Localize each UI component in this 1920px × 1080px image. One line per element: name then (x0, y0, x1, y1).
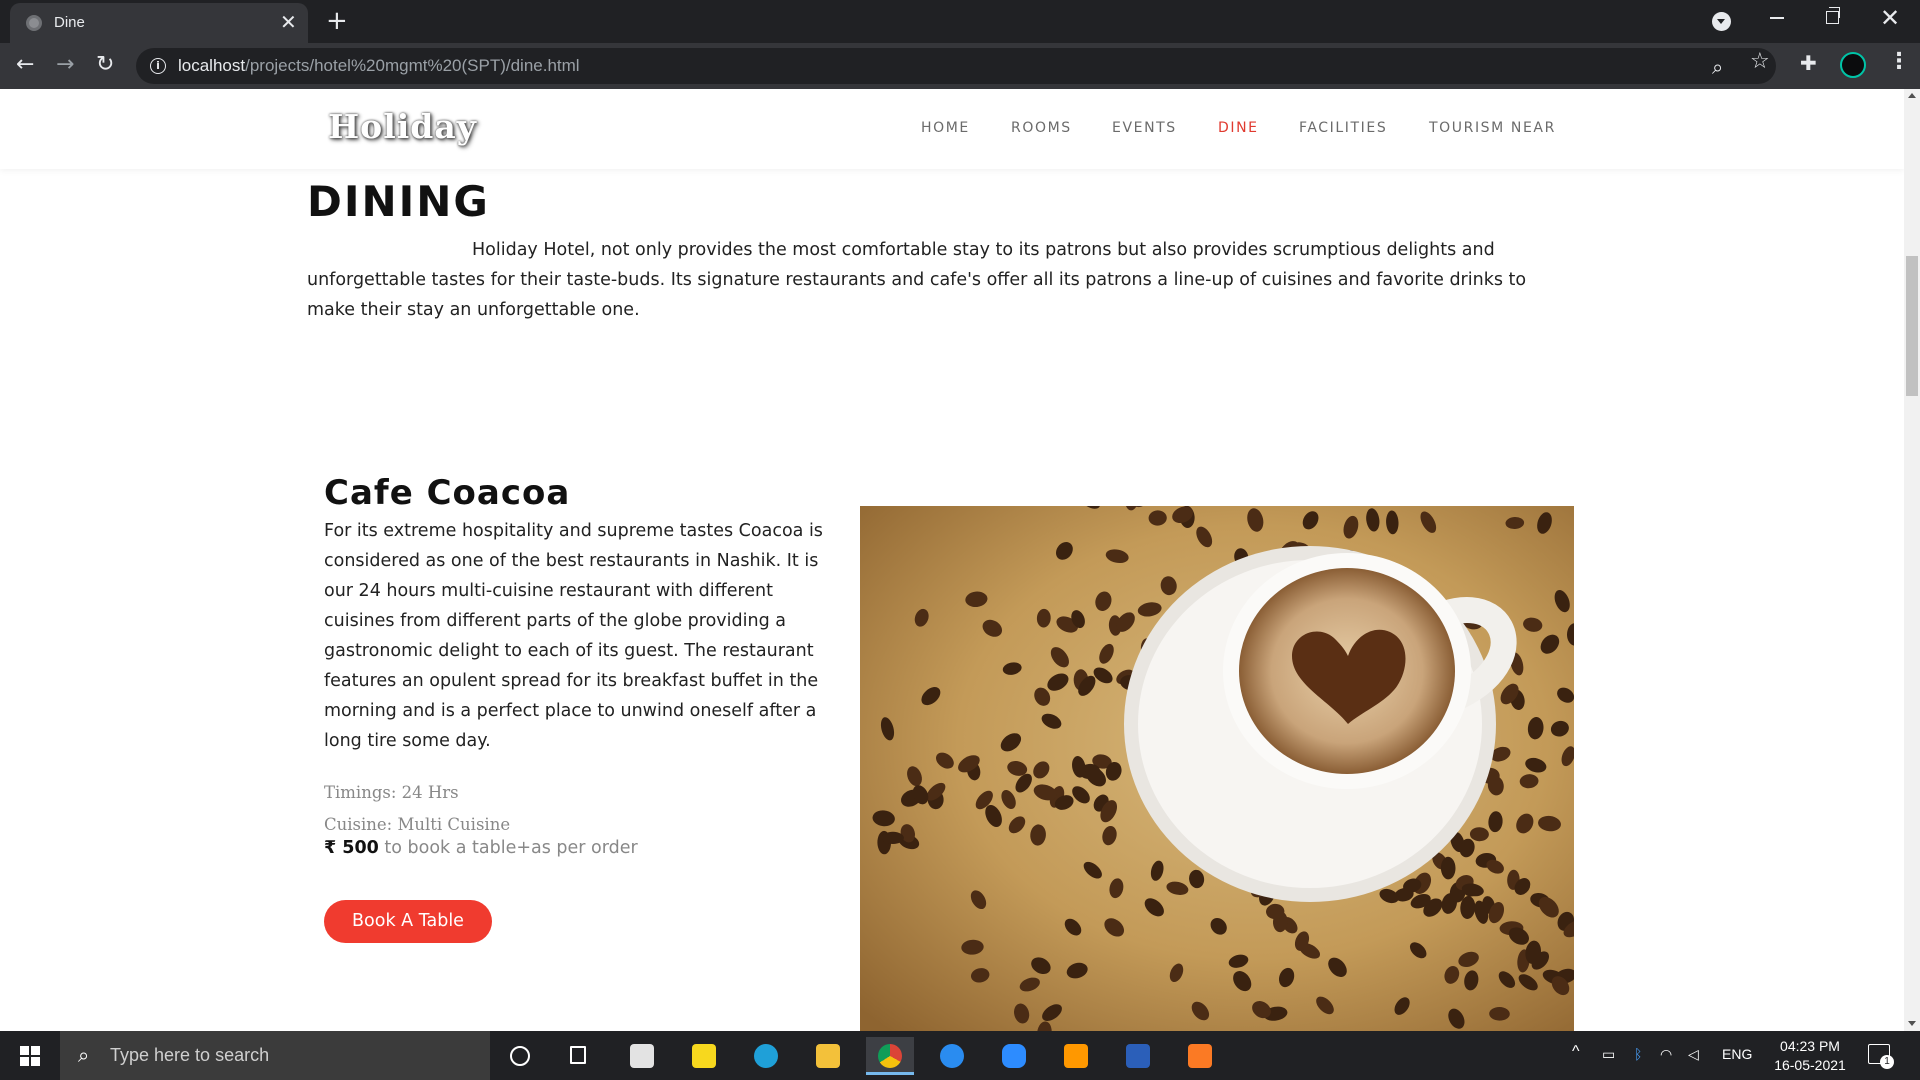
wifi-icon[interactable]: ◠ (1660, 1046, 1672, 1063)
price-line: ₹ 500 to book a table+as per order (324, 838, 638, 858)
site-header: Holiday HOME ROOMS EVENTS DINE FACILITIE… (0, 89, 1904, 169)
kebab-menu-icon[interactable]: ⋮ (1888, 49, 1910, 74)
store-icon[interactable] (618, 1037, 666, 1075)
edge-icon[interactable] (742, 1037, 790, 1075)
minimize-icon[interactable] (1770, 17, 1784, 19)
scroll-down-icon[interactable] (1908, 1021, 1916, 1026)
window-close-icon[interactable]: ✕ (1880, 3, 1900, 33)
favicon-icon (26, 15, 42, 31)
word-icon[interactable] (1114, 1037, 1162, 1075)
file-explorer-icon[interactable] (804, 1037, 852, 1075)
browser-tab[interactable]: Dine ✕ (10, 3, 308, 43)
restaurant-timings: Timings: 24 Hrs (324, 783, 459, 802)
sublime-text-icon[interactable] (1052, 1037, 1100, 1075)
coffee-bean (881, 831, 904, 844)
clock-date: 16-05-2021 (1774, 1057, 1846, 1073)
coffee-photo (860, 506, 1574, 1031)
scroll-thumb[interactable] (1906, 256, 1918, 396)
restaurant-description: For its extreme hospitality and supreme … (324, 521, 823, 751)
restaurant-cuisine: Cuisine: Multi Cuisine (324, 815, 511, 834)
language-indicator[interactable]: ENG (1722, 1046, 1752, 1062)
tab-title: Dine (54, 14, 85, 31)
chrome-icon[interactable] (866, 1037, 914, 1075)
taskbar-search-box[interactable]: ⌕ Type here to search (60, 1031, 490, 1080)
nav-facilities[interactable]: FACILITIES (1299, 120, 1387, 136)
search-icon: ⌕ (78, 1043, 90, 1067)
plus-icon[interactable]: + (326, 6, 348, 36)
battery-icon[interactable]: ▭ (1602, 1046, 1615, 1063)
extensions-icon[interactable]: ✚ (1800, 51, 1817, 75)
page-title: DINING (307, 177, 490, 226)
windows-start-icon[interactable] (20, 1046, 40, 1066)
zoom-app-icon[interactable] (990, 1037, 1038, 1075)
profile-avatar[interactable] (1840, 52, 1866, 78)
back-icon[interactable]: ← (16, 51, 34, 79)
zoom-icon[interactable]: ⌕ (1712, 55, 1723, 79)
nav-home[interactable]: HOME (921, 120, 970, 136)
info-icon[interactable]: i (150, 58, 166, 74)
close-icon[interactable]: ✕ (280, 11, 297, 33)
windows-taskbar: ⌕ Type here to search ^ ▭ ᛒ ◠ ◁ ENG 04:2… (0, 1031, 1920, 1080)
book-table-button[interactable]: Book A Table (324, 900, 492, 943)
xampp-icon[interactable] (1176, 1037, 1224, 1075)
nav-dine[interactable]: DINE (1218, 120, 1259, 136)
site-logo[interactable]: Holiday (328, 107, 477, 146)
restore-icon[interactable] (1826, 7, 1840, 24)
tab-search-icon[interactable] (1712, 12, 1731, 31)
forward-icon[interactable]: → (56, 51, 74, 79)
price-note: to book a table+as per order (378, 838, 638, 858)
address-bar[interactable]: i localhost/projects/hotel%20mgmt%20(SPT… (136, 48, 1776, 84)
scroll-up-icon[interactable] (1908, 93, 1916, 98)
page-viewport: Holiday HOME ROOMS EVENTS DINE FACILITIE… (0, 89, 1904, 1031)
search-placeholder: Type here to search (110, 1045, 270, 1065)
restaurant-title: Cafe Coacoa (324, 473, 571, 513)
nav-rooms[interactable]: ROOMS (1011, 120, 1072, 136)
notification-count: 1 (1880, 1055, 1894, 1069)
page-scrollbar[interactable] (1904, 89, 1920, 1031)
bluetooth-icon[interactable]: ᛒ (1634, 1046, 1642, 1062)
coffee-cup-image (860, 506, 1574, 1031)
task-view-icon[interactable] (556, 1037, 604, 1075)
tray-chevron-icon[interactable]: ^ (1572, 1043, 1580, 1061)
volume-icon[interactable]: ◁ (1688, 1046, 1699, 1063)
sticky-notes-icon[interactable] (680, 1037, 728, 1075)
browser-toolbar: ← → ↻ i localhost/projects/hotel%20mgmt%… (0, 43, 1920, 89)
reload-icon[interactable]: ↻ (96, 51, 114, 79)
clock-time: 04:23 PM (1780, 1038, 1840, 1054)
nav-events[interactable]: EVENTS (1112, 120, 1177, 136)
system-clock[interactable]: 04:23 PM 16-05-2021 (1756, 1037, 1864, 1075)
cortana-icon[interactable] (496, 1037, 544, 1075)
browser-tab-bar: Dine ✕ + ✕ (0, 0, 1920, 43)
safari-icon[interactable] (928, 1037, 976, 1075)
intro-paragraph: Holiday Hotel, not only provides the mos… (307, 240, 1527, 320)
price-amount: ₹ 500 (324, 838, 379, 858)
nav-tourism-near[interactable]: TOURISM NEAR (1429, 120, 1556, 136)
star-icon[interactable]: ☆ (1750, 49, 1770, 74)
url-text[interactable]: localhost/projects/hotel%20mgmt%20(SPT)/… (178, 56, 580, 76)
